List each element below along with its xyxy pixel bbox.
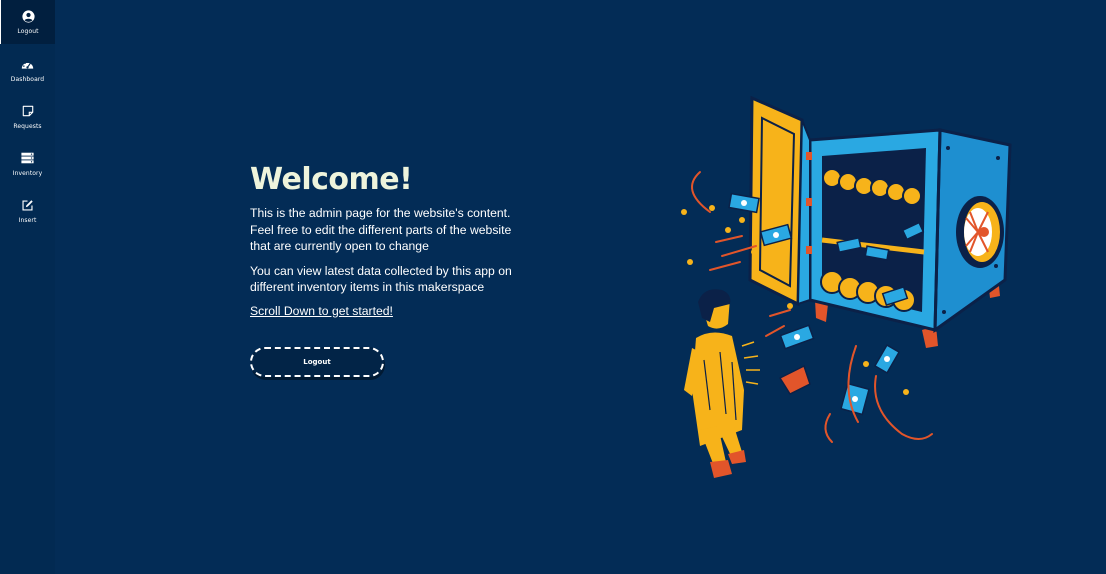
sidebar-item-label: Requests [13, 123, 42, 130]
edit-icon [21, 198, 35, 212]
sidebar-item-logout[interactable]: Logout [0, 0, 55, 44]
sidebar-item-label: Inventory [12, 170, 43, 177]
sidebar-item-dashboard[interactable]: Dashboard [0, 48, 55, 92]
user-circle-icon [21, 9, 35, 23]
server-icon [21, 151, 35, 165]
sidebar-item-requests[interactable]: Requests [0, 95, 55, 139]
sidebar-item-label: Dashboard [10, 76, 45, 83]
welcome-section: Welcome! This is the admin page for the … [250, 162, 550, 320]
person-figure [684, 289, 760, 478]
safe-illustration [681, 95, 1012, 478]
sidebar-item-insert[interactable]: Insert [0, 189, 55, 233]
sidebar-item-inventory[interactable]: Inventory [0, 142, 55, 186]
page-title: Welcome! [250, 162, 413, 197]
logout-button[interactable]: Logout [250, 347, 384, 377]
sticky-note-icon [21, 104, 35, 118]
sidebar-item-label: Insert [18, 217, 37, 224]
scroll-down-link[interactable]: Scroll Down to get started! [250, 304, 393, 318]
sidebar-item-label: Logout [17, 28, 39, 35]
admin-page: Logout Dashboard Requests Inventory Inse… [0, 0, 1106, 574]
gauge-icon [21, 57, 35, 71]
inventory-paragraph: You can view latest data collected by th… [250, 263, 512, 295]
sidebar: Logout Dashboard Requests Inventory Inse… [0, 0, 55, 574]
intro-paragraph: This is the admin page for the website's… [250, 206, 512, 253]
